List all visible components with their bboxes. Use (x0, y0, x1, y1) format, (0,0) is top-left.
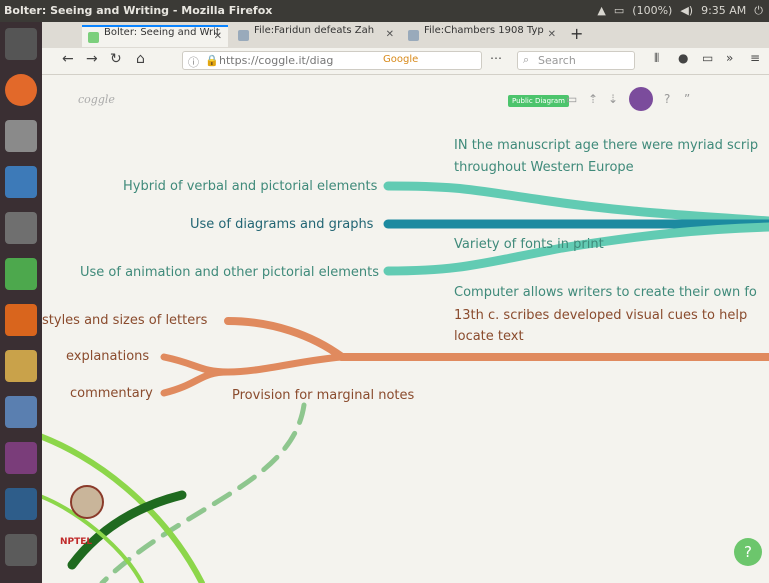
wikimedia-favicon-icon (238, 30, 249, 41)
url-bar[interactable]: ⓘ 🔒 https://coggle.it/diag Google (182, 51, 482, 70)
teal-branch (383, 181, 769, 226)
volume-icon[interactable]: ◀) (680, 4, 693, 18)
clock[interactable]: 9:35 AM (701, 4, 746, 18)
os-top-bar: Bolter: Seeing and Writing - Mozilla Fir… (0, 0, 769, 22)
close-tab-icon[interactable]: ✕ (548, 29, 556, 40)
new-tab-icon[interactable]: + (570, 24, 583, 43)
app-icon[interactable] (5, 488, 37, 520)
tab-label: Bolter: Seeing and Writ (104, 27, 220, 38)
battery-level: (100%) (632, 4, 673, 17)
writer-icon[interactable] (5, 166, 37, 198)
node-marginal-notes[interactable]: Provision for marginal notes (232, 388, 414, 403)
trash-icon[interactable] (5, 534, 37, 566)
coggle-canvas[interactable]: coggle Public Diagram ▭ ⇡ ⇣ ? ” Hybrid o… (42, 75, 769, 583)
menu-icon[interactable]: ≡ (750, 51, 760, 65)
network-icon[interactable]: ▲ (597, 4, 605, 18)
software-center-icon[interactable] (5, 304, 37, 336)
close-tab-icon[interactable]: ✕ (386, 29, 394, 40)
node-explanations[interactable]: explanations (66, 349, 149, 364)
drive-icon[interactable] (5, 212, 37, 244)
system-tray: ▲ ▭ (100%) ◀) 9:35 AM ⏻ (597, 4, 763, 18)
sidebar-icon[interactable]: ▭ (702, 51, 713, 65)
tab-strip: Bolter: Seeing and Writ ✕ File:Faridun d… (42, 22, 769, 48)
calc-icon[interactable] (5, 258, 37, 290)
orange-sub-branch (224, 353, 346, 376)
node-hybrid[interactable]: Hybrid of verbal and pictorial elements (123, 179, 377, 194)
settings-icon[interactable] (5, 396, 37, 428)
node-manuscript-age[interactable]: IN the manuscript age there were myriad … (454, 138, 758, 153)
back-icon[interactable]: ← (62, 51, 74, 67)
home-icon[interactable]: ⌂ (136, 51, 145, 67)
nptel-seal (70, 485, 104, 519)
lock-icon: 🔒 (205, 54, 219, 67)
search-placeholder: Search (538, 54, 576, 67)
forward-icon[interactable]: → (86, 51, 98, 67)
node-computer-fonts[interactable]: Computer allows writers to create their … (454, 285, 757, 300)
extension-icon[interactable]: ● (678, 51, 688, 65)
wikimedia-favicon-icon (408, 30, 419, 41)
tab-faridun[interactable]: File:Faridun defeats Zah ✕ (232, 25, 400, 47)
files-icon[interactable] (5, 120, 37, 152)
node-animation[interactable]: Use of animation and other pictorial ele… (80, 265, 379, 280)
tab-label: File:Faridun defeats Zah (254, 25, 375, 36)
search-icon: ⌕ (523, 53, 530, 66)
nptel-watermark: NPTEL (60, 537, 93, 547)
tab-bolter[interactable]: Bolter: Seeing and Writ ✕ (82, 25, 228, 47)
coggle-favicon-icon (88, 32, 99, 43)
page-actions-icon[interactable]: ⋯ (490, 51, 502, 65)
firefox-icon[interactable] (5, 74, 37, 106)
node-commentary[interactable]: commentary (70, 386, 153, 401)
app-launcher (0, 22, 42, 583)
node-diagrams[interactable]: Use of diagrams and graphs (190, 217, 373, 232)
node-scribes-line2[interactable]: locate text (454, 329, 524, 344)
nav-bar: ← → ↻ ⌂ ⓘ 🔒 https://coggle.it/diag Googl… (42, 48, 769, 75)
help-button[interactable]: ? (734, 538, 762, 566)
url-text: https://coggle.it/diag (219, 54, 334, 67)
orange-sub-branch (160, 353, 232, 397)
tab-chambers[interactable]: File:Chambers 1908 Typ ✕ (402, 25, 562, 47)
battery-icon[interactable]: ▭ (614, 4, 624, 18)
search-engine-label: Google (383, 54, 419, 65)
close-tab-icon[interactable]: ✕ (214, 31, 222, 42)
node-scribes[interactable]: 13th c. scribes developed visual cues to… (454, 308, 747, 323)
node-fonts-in-print[interactable]: Variety of fonts in print (454, 237, 604, 252)
dash-home-icon[interactable] (5, 28, 37, 60)
overflow-icon[interactable]: » (726, 51, 733, 65)
power-icon[interactable]: ⏻ (754, 4, 763, 18)
info-icon[interactable]: ⓘ (188, 54, 199, 70)
library-icon[interactable]: ⦀ (654, 51, 659, 66)
window-title: Bolter: Seeing and Writing - Mozilla Fir… (4, 4, 273, 17)
search-input[interactable]: ⌕ Search (517, 51, 635, 70)
node-manuscript-age-line2[interactable]: throughout Western Europe (454, 160, 634, 175)
text-editor-icon[interactable] (5, 350, 37, 382)
media-icon[interactable] (5, 442, 37, 474)
tab-label: File:Chambers 1908 Typ (424, 25, 544, 36)
node-styles-letters[interactable]: styles and sizes of letters (42, 313, 207, 328)
reload-icon[interactable]: ↻ (110, 51, 122, 67)
